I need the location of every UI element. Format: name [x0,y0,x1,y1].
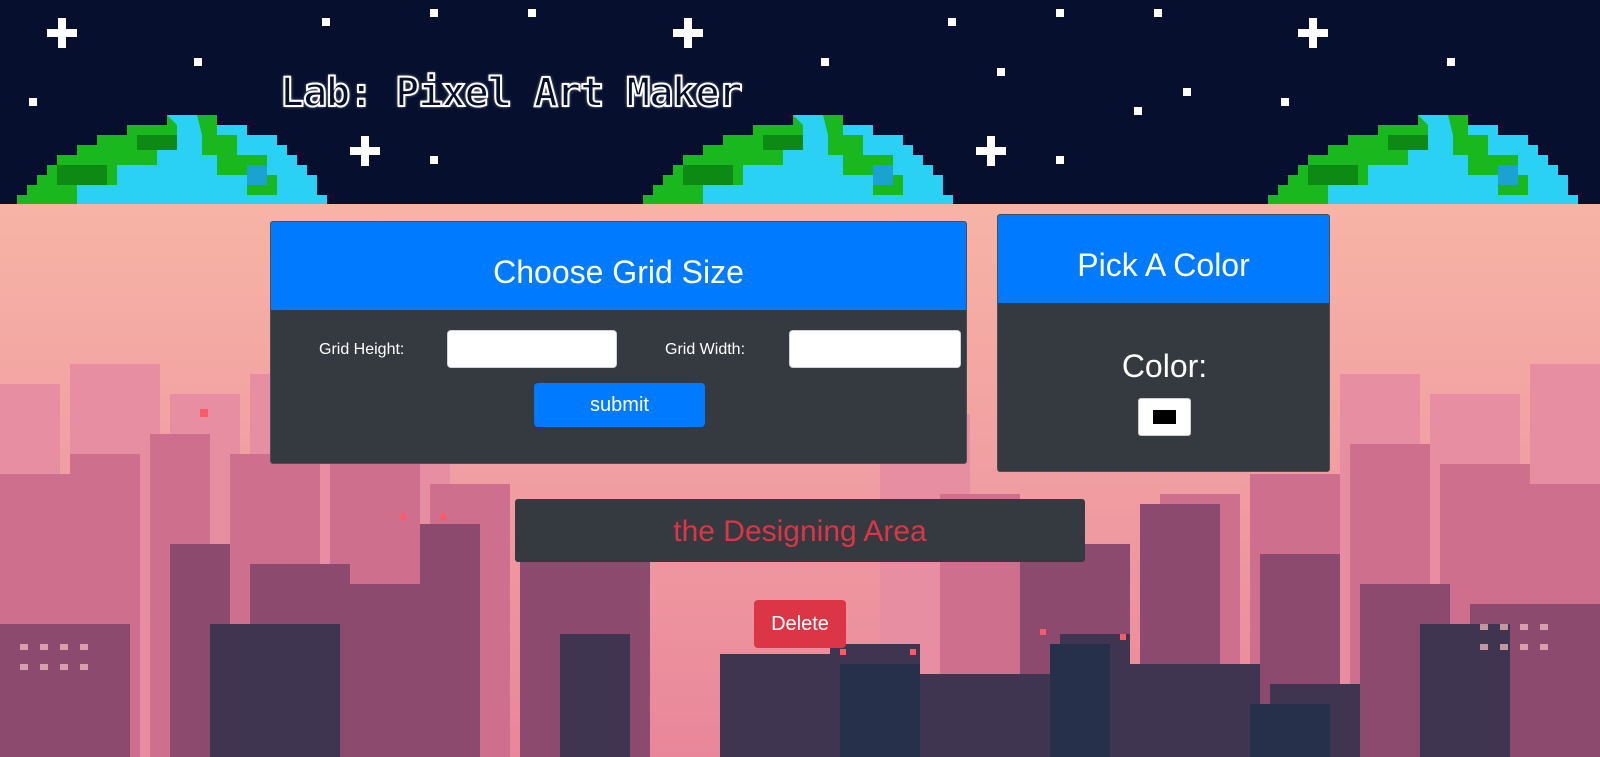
grid-size-title: Choose Grid Size [271,222,966,310]
submit-button[interactable]: submit [534,383,705,427]
star-icon [528,9,536,17]
color-panel-title: Pick A Color [998,215,1329,303]
star-icon [1056,9,1064,17]
sparkle-icon [1309,18,1317,48]
star-icon [29,98,37,106]
sparkle-icon [361,136,369,166]
grid-height-input[interactable] [447,330,617,368]
header-banner: Lab: Pixel Art Maker [0,0,1600,204]
sparkle-icon [987,136,995,166]
sparkle-icon [58,18,66,48]
grid-width-input[interactable] [789,330,961,368]
planets-illustration [17,115,1578,204]
star-icon [1056,156,1064,164]
site-title: Lab: Pixel Art Maker [279,69,744,117]
star-icon [322,18,330,26]
star-icon [1447,58,1455,66]
grid-height-label: Grid Height: [319,341,405,358]
star-icon [1154,9,1162,17]
sparkle-icon [684,18,692,48]
design-area[interactable]: the Designing Area [515,499,1085,562]
star-icon [1281,98,1289,106]
star-icon [948,18,956,26]
delete-button[interactable]: Delete [754,600,846,648]
star-icon [997,68,1005,76]
star-icon [430,156,438,164]
color-panel: Pick A Color Color: [997,214,1330,472]
color-picker[interactable] [1138,398,1191,436]
star-icon [430,9,438,17]
star-icon [1183,88,1191,96]
star-icon [1134,107,1142,115]
color-swatch [1153,410,1176,424]
star-icon [821,58,829,66]
grid-width-label: Grid Width: [665,341,746,358]
grid-size-panel: Choose Grid Size Grid Height: Grid Width… [270,221,967,464]
color-label: Color: [1121,348,1208,384]
star-icon [194,58,202,66]
